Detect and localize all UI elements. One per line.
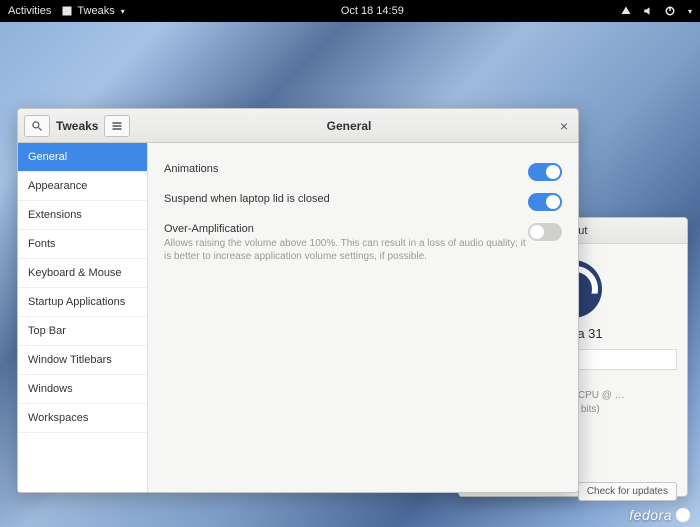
fedora-dot-icon xyxy=(676,508,690,522)
setting-description: Allows raising the volume above 100%. Th… xyxy=(164,237,528,263)
panel-title: General xyxy=(148,119,550,133)
switch-knob xyxy=(546,195,560,209)
window-title: Tweaks xyxy=(56,119,98,133)
sidebar-item-startup-applications[interactable]: Startup Applications xyxy=(18,288,147,317)
activities-button[interactable]: Activities xyxy=(8,5,51,17)
toggle-switch[interactable] xyxy=(528,163,562,181)
sidebar-item-fonts[interactable]: Fonts xyxy=(18,230,147,259)
sidebar-item-keyboard-mouse[interactable]: Keyboard & Mouse xyxy=(18,259,147,288)
top-bar: Activities Tweaks ▾ Oct 18 14:59 ▾ xyxy=(0,0,700,22)
clock[interactable]: Oct 18 14:59 xyxy=(341,5,404,17)
switch-knob xyxy=(530,225,544,239)
fedora-brand: fedora xyxy=(629,507,690,523)
toggle-switch[interactable] xyxy=(528,223,562,241)
toggle-switch[interactable] xyxy=(528,193,562,211)
tweaks-headerbar: Tweaks General × xyxy=(18,109,578,143)
tweaks-content: Animations Suspend when laptop lid is clo… xyxy=(148,143,578,492)
sidebar-item-windows[interactable]: Windows xyxy=(18,375,147,404)
switch-knob xyxy=(546,165,560,179)
tweaks-icon xyxy=(61,5,73,17)
app-menu[interactable]: Tweaks ▾ xyxy=(61,5,124,17)
close-button[interactable]: × xyxy=(550,118,578,134)
app-menu-label: Tweaks xyxy=(77,5,114,17)
sidebar-item-appearance[interactable]: Appearance xyxy=(18,172,147,201)
chevron-down-icon: ▾ xyxy=(121,7,125,16)
setting-row: Suspend when laptop lid is closed xyxy=(164,187,562,217)
sidebar-item-extensions[interactable]: Extensions xyxy=(18,201,147,230)
sidebar-item-window-titlebars[interactable]: Window Titlebars xyxy=(18,346,147,375)
sidebar-item-general[interactable]: General xyxy=(18,143,147,172)
setting-label: Over-Amplification xyxy=(164,223,528,235)
setting-row: Animations xyxy=(164,157,562,187)
network-icon[interactable] xyxy=(620,5,632,17)
chevron-down-icon: ▾ xyxy=(688,7,692,16)
search-button[interactable] xyxy=(24,115,50,137)
check-updates-button[interactable]: Check for updates xyxy=(578,482,677,501)
setting-row: Over-Amplification Allows raising the vol… xyxy=(164,217,562,269)
power-icon[interactable] xyxy=(664,5,676,17)
tweaks-sidebar: GeneralAppearanceExtensionsFontsKeyboard… xyxy=(18,143,148,492)
hamburger-icon xyxy=(111,120,123,132)
search-icon xyxy=(31,120,43,132)
hamburger-menu-button[interactable] xyxy=(104,115,130,137)
setting-label: Suspend when laptop lid is closed xyxy=(164,193,528,205)
sidebar-item-top-bar[interactable]: Top Bar xyxy=(18,317,147,346)
volume-icon[interactable] xyxy=(642,5,654,17)
setting-label: Animations xyxy=(164,163,528,175)
sidebar-item-workspaces[interactable]: Workspaces xyxy=(18,404,147,433)
brand-text: fedora xyxy=(629,507,672,523)
tweaks-window: Tweaks General × GeneralAppearanceExtens… xyxy=(17,108,579,493)
